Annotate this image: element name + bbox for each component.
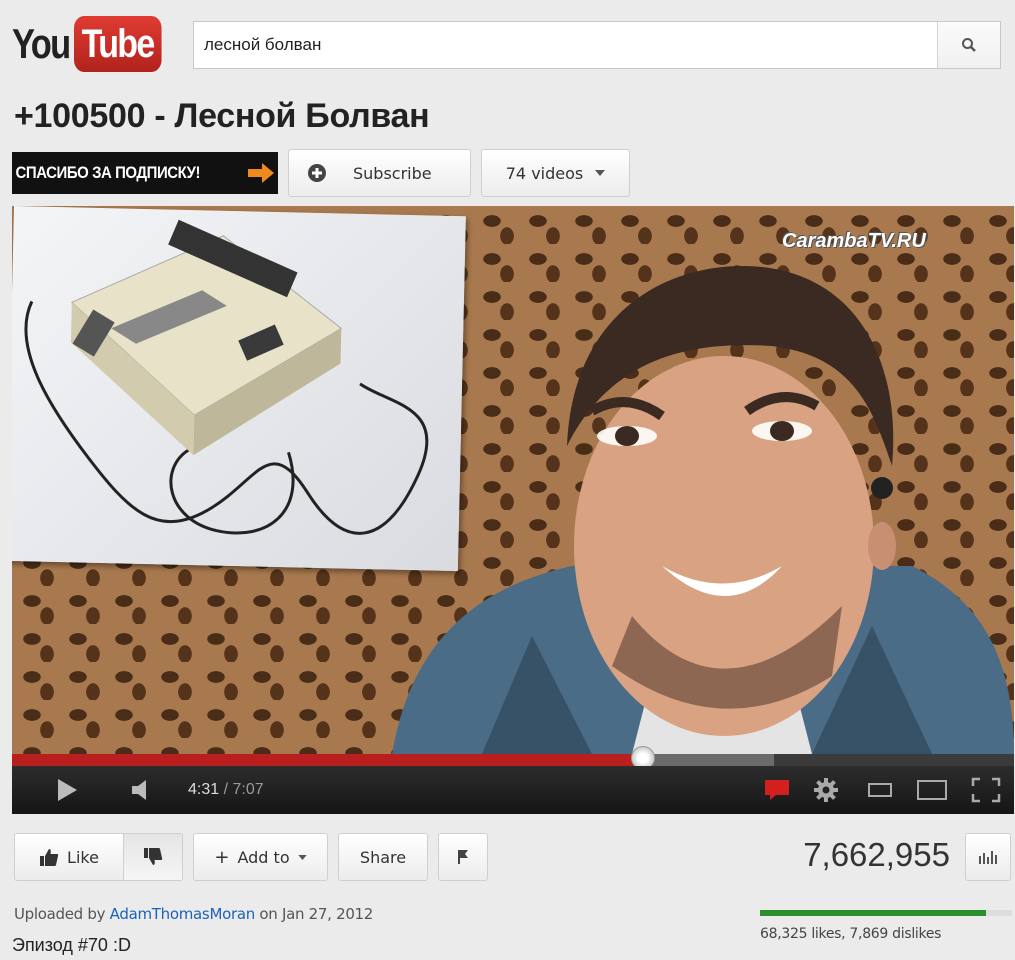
thumbs-down-icon bbox=[144, 848, 163, 865]
logo-you-text: You bbox=[12, 20, 71, 67]
upload-info: Uploaded by AdamThomasMoran on Jan 27, 2… bbox=[14, 905, 373, 923]
video-description: Эпизод #70 :D bbox=[12, 935, 131, 955]
large-player-button[interactable] bbox=[912, 766, 952, 814]
chevron-down-icon bbox=[297, 854, 307, 860]
player-controls: 4:31 / 7:07 bbox=[12, 766, 1014, 814]
search-input[interactable] bbox=[194, 22, 937, 68]
arrow-right-icon bbox=[248, 163, 274, 183]
likes-dislikes-count: 68,325 likes, 7,869 dislikes bbox=[760, 926, 942, 942]
subscribe-button[interactable]: Subscribe bbox=[288, 149, 471, 197]
current-time: 4:31 bbox=[188, 781, 220, 798]
search-icon bbox=[962, 38, 976, 52]
play-icon bbox=[58, 779, 77, 801]
channel-banner-text: СПАСИБО ЗА ПОДПИСКУ! bbox=[15, 163, 201, 182]
logo-tube-text: Tube bbox=[74, 16, 162, 72]
subscribe-label: Subscribe bbox=[353, 163, 432, 183]
play-button[interactable] bbox=[32, 766, 102, 814]
video-title: +100500 - Лесной Болван bbox=[14, 97, 430, 135]
add-to-button[interactable]: + Add to bbox=[193, 833, 328, 881]
small-player-button[interactable] bbox=[862, 766, 898, 814]
channel-watermark: CarambaTV.RU bbox=[782, 230, 926, 252]
search-button[interactable] bbox=[937, 22, 1000, 68]
videos-count-dropdown[interactable]: 74 videos bbox=[481, 149, 630, 197]
chevron-down-icon bbox=[595, 170, 606, 176]
video-frame[interactable]: CarambaTV.RU bbox=[12, 206, 1014, 754]
volume-button[interactable] bbox=[112, 766, 172, 814]
video-player[interactable]: CarambaTV.RU 4:31 / 7:07 bbox=[12, 206, 1014, 814]
annotations-button[interactable] bbox=[760, 766, 794, 814]
bar-chart-icon bbox=[979, 851, 997, 864]
duration: / 7:07 bbox=[223, 781, 264, 798]
progress-bar[interactable] bbox=[12, 746, 1014, 770]
like-label: Like bbox=[67, 847, 99, 867]
plus-circle-icon bbox=[308, 164, 326, 182]
stats-button[interactable] bbox=[965, 833, 1011, 881]
uploader-link[interactable]: AdamThomasMoran bbox=[110, 905, 256, 923]
dislike-button[interactable] bbox=[123, 833, 183, 881]
add-to-label: Add to bbox=[237, 847, 290, 867]
like-ratio-bar bbox=[760, 910, 1012, 916]
time-display: 4:31 / 7:07 bbox=[188, 766, 264, 814]
progress-played bbox=[12, 754, 644, 766]
like-button[interactable]: Like bbox=[14, 833, 124, 881]
uploaded-prefix: Uploaded by bbox=[14, 905, 106, 923]
speaker-icon bbox=[132, 780, 146, 800]
settings-button[interactable] bbox=[808, 766, 844, 814]
fullscreen-icon bbox=[971, 777, 1001, 803]
large-screen-icon bbox=[917, 780, 947, 800]
thumbs-up-icon bbox=[40, 849, 59, 866]
flag-icon bbox=[458, 850, 468, 864]
speech-bubble-icon bbox=[765, 780, 789, 800]
small-screen-icon bbox=[868, 783, 892, 797]
share-button[interactable]: Share bbox=[338, 833, 428, 881]
plus-icon: + bbox=[214, 846, 230, 868]
channel-banner[interactable]: СПАСИБО ЗА ПОДПИСКУ! bbox=[12, 152, 278, 194]
gear-icon bbox=[814, 778, 838, 802]
view-count: 7,662,955 bbox=[803, 836, 950, 873]
search-bar bbox=[193, 21, 1001, 69]
youtube-logo[interactable]: You Tube bbox=[12, 16, 162, 72]
videos-count-label: 74 videos bbox=[505, 163, 584, 183]
like-ratio-fill bbox=[760, 910, 987, 916]
flag-button[interactable] bbox=[438, 833, 488, 881]
presenter-figure bbox=[392, 266, 1014, 754]
share-label: Share bbox=[359, 847, 407, 867]
upload-date: on Jan 27, 2012 bbox=[259, 905, 374, 923]
fullscreen-button[interactable] bbox=[964, 766, 1008, 814]
